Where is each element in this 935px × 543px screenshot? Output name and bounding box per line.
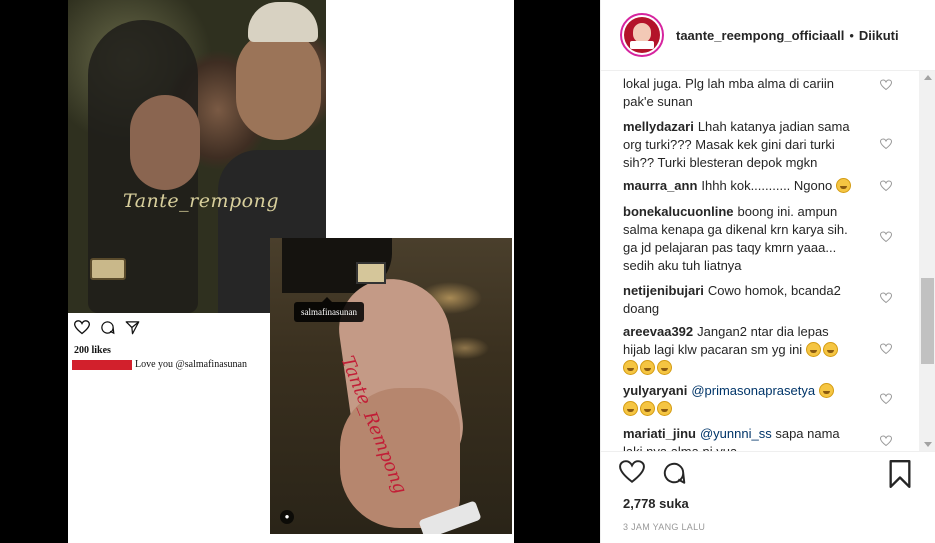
photo-hat [248, 2, 318, 42]
comment-like-icon[interactable] [880, 292, 892, 304]
comment-text: sih?? Turki blesteran depok mgkn [623, 155, 818, 170]
mention-link[interactable]: @yunnni_ss [700, 426, 772, 441]
comment-text: Cowo homok, bcanda2 [707, 283, 841, 298]
post-media[interactable]: Tante_rempong 200 likes Love you @salmaf… [0, 0, 600, 543]
photo-bottom-strip [270, 534, 512, 543]
likes-count[interactable]: 2,778 suka [623, 496, 689, 511]
comment-text: hijab lagi klw pacaran sm yg ini [623, 342, 803, 357]
comment-text: salma kenapa ga dikenal krn karya sih. [623, 222, 848, 237]
comment-item: netijenibujari Cowo homok, bcanda2 doang [623, 282, 903, 318]
comment-text: ga jd pelajaran pas taqy kmrn yaaa... [623, 240, 837, 255]
comment-item: mariati_jinu @yunnni_ss sapa nama laki ny… [623, 425, 903, 451]
comment-text: lokal juga. Plg lah mba alma di cariin [623, 76, 834, 91]
comment-username[interactable]: yulyaryani [623, 383, 687, 398]
embedded-likes: 200 likes [74, 345, 111, 356]
comment-like-icon[interactable] [880, 435, 892, 447]
rofl-emoji [640, 401, 655, 416]
comment-item: bonekalucuonline boong ini. ampun salma k… [623, 203, 903, 275]
photo-watch [90, 258, 126, 280]
post-header: taante_reempong_officiaall • Diikuti [601, 0, 935, 71]
hand-photo: Tante_Rempong salmafinasunan ● [270, 238, 512, 540]
comment-text: laki nya alma ni yua [623, 443, 903, 451]
comment-username[interactable]: bonekalucuonline [623, 204, 734, 219]
scroll-down-icon[interactable] [924, 442, 932, 447]
comment-like-icon[interactable] [880, 138, 892, 150]
header-separator: • [849, 27, 854, 43]
comment-text: boong ini. ampun [737, 204, 838, 219]
heart-icon[interactable] [619, 460, 645, 484]
post-timestamp[interactable]: 3 JAM YANG LALU [623, 522, 705, 532]
comment-like-icon[interactable] [880, 393, 892, 405]
scroll-up-icon[interactable] [924, 75, 932, 80]
photo-face-woman [130, 95, 200, 190]
avatar[interactable] [620, 13, 664, 57]
heart-icon [74, 320, 90, 335]
comment-text: Ihhh kok........... Ngono [701, 178, 833, 193]
comment-text: Jangan2 ntar dia lepas [697, 324, 829, 339]
rofl-emoji [657, 401, 672, 416]
avatar-image [624, 17, 660, 53]
comment-username[interactable]: mellydazari [623, 119, 694, 134]
share-icon [125, 321, 140, 335]
comment-item: areevaa392 Jangan2 ntar dia lepas hijab l… [623, 323, 903, 377]
post-sidebar: taante_reempong_officiaall • Diikuti lok… [600, 0, 935, 543]
comment-like-icon[interactable] [880, 231, 892, 243]
comment-icon[interactable] [661, 460, 687, 486]
bookmark-icon[interactable] [888, 460, 912, 488]
rofl-emoji [657, 360, 672, 375]
comment-item: mellydazari Lhah katanya jadian sama org … [623, 118, 903, 172]
rofl-emoji [805, 342, 821, 357]
following-button[interactable]: Diikuti [859, 28, 899, 43]
post-actions: 2,778 suka 3 JAM YANG LALU [601, 451, 935, 543]
scrollbar-thumb[interactable] [921, 278, 934, 364]
comment-username[interactable]: maurra_ann [623, 178, 697, 193]
redaction-bar [72, 359, 132, 370]
photo-watch-2 [356, 262, 386, 284]
comment-username[interactable]: mariati_jinu [623, 426, 696, 441]
user-tag: salmafinasunan [294, 297, 364, 322]
mention-link[interactable]: @primasonaprasetya [691, 383, 815, 398]
comment-icon [101, 321, 115, 335]
comment-text: doang [623, 301, 660, 316]
comment-username[interactable]: areevaa392 [623, 324, 693, 339]
comments-list[interactable]: lokal juga. Plg lah mba alma di cariin p… [601, 71, 935, 451]
comments-scrollbar[interactable] [919, 71, 935, 451]
rofl-emoji [623, 401, 638, 416]
username-link[interactable]: taante_reempong_officiaall [676, 28, 844, 43]
comment-item: maurra_ann Ihhh kok........... Ngono [623, 177, 903, 195]
comment-like-icon[interactable] [880, 343, 892, 355]
rofl-emoji [640, 360, 655, 375]
comment-item: lokal juga. Plg lah mba alma di cariin p… [623, 71, 903, 111]
comment-like-icon[interactable] [880, 180, 892, 192]
worried-face-emoji [835, 178, 851, 193]
comment-text: Lhah katanya jadian sama [697, 119, 850, 134]
embedded-caption-text: Love you @salmafinasunan [135, 359, 247, 370]
tag-person-icon: ● [280, 510, 294, 524]
comment-item: yulyaryani @primasonaprasetya [623, 382, 903, 418]
embedded-caption: Love you @salmafinasunan [72, 359, 247, 370]
comment-text: org turki??? Masak kek gini dari turki [623, 137, 835, 152]
comment-text: pak'e sunan [623, 94, 693, 109]
comment-text: sedih aku tuh liatnya [623, 258, 742, 273]
comment-text: sapa nama [775, 426, 840, 441]
photo-watermark: Tante_rempong [123, 190, 279, 212]
comment-username[interactable]: netijenibujari [623, 283, 704, 298]
photo-face-man [236, 30, 321, 140]
rofl-emoji [822, 342, 838, 357]
collage-image: Tante_rempong 200 likes Love you @salmaf… [68, 0, 514, 543]
rofl-emoji [818, 383, 834, 398]
rofl-emoji [623, 360, 638, 375]
comment-like-icon[interactable] [880, 79, 892, 91]
